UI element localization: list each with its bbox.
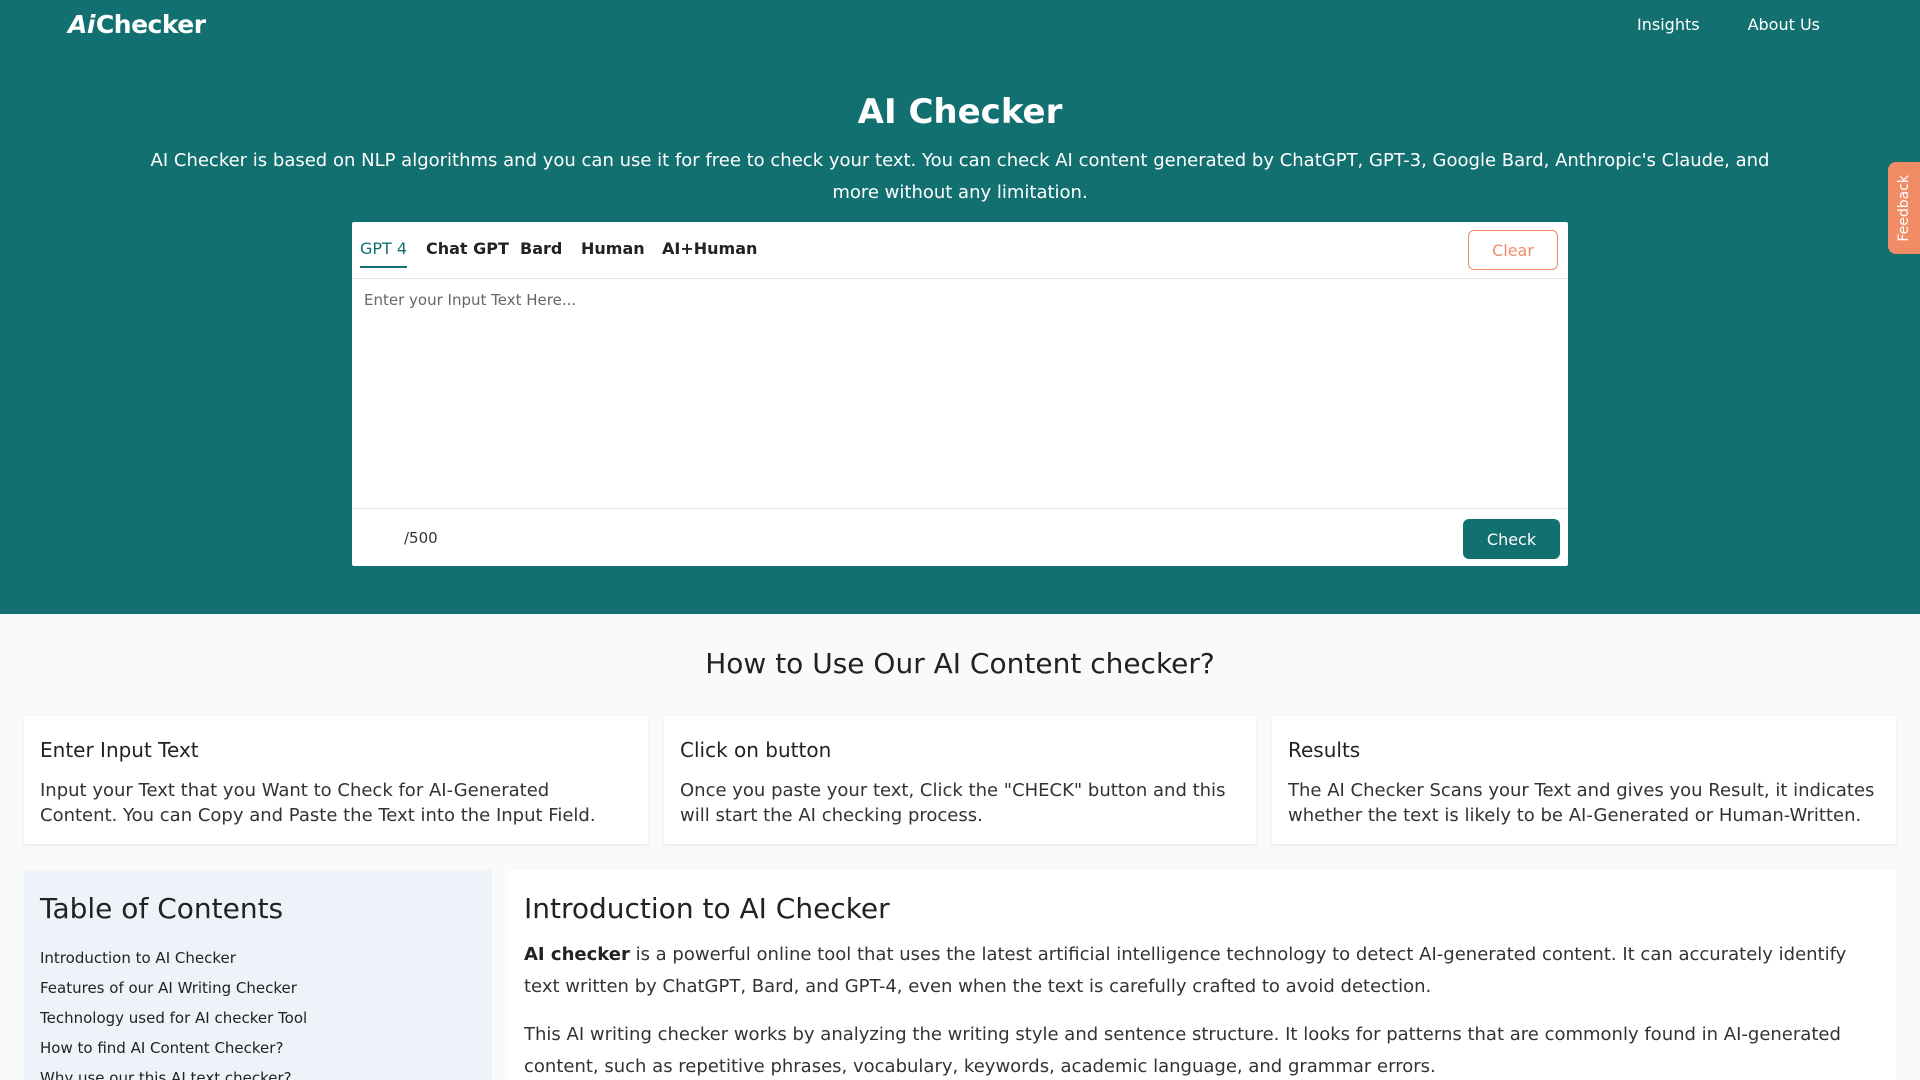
model-tabs: GPT 4 Chat GPT Bard Human AI+Human Clear (352, 222, 1568, 279)
article-paragraph: AI checker is a powerful online tool tha… (524, 939, 1880, 1003)
table-of-contents: Table of Contents Introduction to AI Che… (24, 870, 492, 1080)
toc-item[interactable]: How to find AI Content Checker? (40, 1033, 476, 1063)
logo[interactable]: Ai Checker (68, 10, 206, 39)
toc-item[interactable]: Technology used for AI checker Tool (40, 1003, 476, 1033)
logo-mark: Ai (68, 10, 95, 39)
editor-footer: /500 Check (352, 508, 1568, 566)
page-title: AI Checker (857, 92, 1063, 132)
feedback-label: Feedback (1896, 174, 1912, 242)
toc-item[interactable]: Introduction to AI Checker (40, 943, 476, 973)
toc-item[interactable]: Features of our AI Writing Checker (40, 973, 476, 1003)
step-card-results: Results The AI Checker Scans your Text a… (1272, 716, 1896, 844)
tab-bard[interactable]: Bard (520, 239, 562, 266)
step-card-text: Input your Text that you Want to Check f… (40, 780, 596, 826)
input-text-area[interactable] (352, 279, 1568, 509)
check-button[interactable]: Check (1463, 519, 1560, 559)
tab-chatgpt[interactable]: Chat GPT (426, 239, 509, 266)
clear-button[interactable]: Clear (1468, 230, 1558, 270)
feedback-tab[interactable]: Feedback (1888, 162, 1920, 254)
nav-link-insights[interactable]: Insights (1637, 15, 1700, 34)
tab-ai-human[interactable]: AI+Human (662, 239, 757, 266)
toc-title: Table of Contents (40, 892, 284, 925)
tab-human[interactable]: Human (581, 239, 645, 266)
step-card-title: Click on button (680, 738, 832, 762)
tab-gpt4[interactable]: GPT 4 (360, 239, 408, 268)
article-title: Introduction to AI Checker (524, 892, 890, 925)
article-paragraph-text: is a powerful online tool that uses the … (524, 944, 1847, 997)
nav-link-about[interactable]: About Us (1748, 15, 1820, 34)
step-card-title: Enter Input Text (40, 738, 199, 762)
step-card-enter-input: Enter Input Text Input your Text that yo… (24, 716, 648, 844)
hero-description: AI Checker is based on NLP algorithms an… (150, 150, 1770, 203)
toc-item[interactable]: Why use our this AI text checker? (40, 1063, 476, 1080)
article-bold-term: AI checker (524, 944, 630, 965)
character-counter: /500 (404, 529, 438, 547)
logo-text: Checker (95, 10, 206, 39)
step-card-text: The AI Checker Scans your Text and gives… (1288, 780, 1875, 826)
step-card-title: Results (1288, 738, 1361, 762)
intro-article: Introduction to AI Checker AI checker is… (508, 870, 1896, 1080)
hero-section: Ai Checker Insights About Us AI Checker A… (0, 0, 1920, 614)
step-card-text: Once you paste your text, Click the "CHE… (680, 780, 1226, 826)
toc-list: Introduction to AI Checker Features of o… (40, 943, 476, 1080)
article-paragraph: This AI writing checker works by analyzi… (524, 1024, 1841, 1077)
top-nav: Insights About Us (1637, 15, 1820, 34)
step-card-click-button: Click on button Once you paste your text… (664, 716, 1256, 844)
how-to-title: How to Use Our AI Content checker? (705, 647, 1215, 680)
checker-editor: GPT 4 Chat GPT Bard Human AI+Human Clear… (352, 222, 1568, 566)
